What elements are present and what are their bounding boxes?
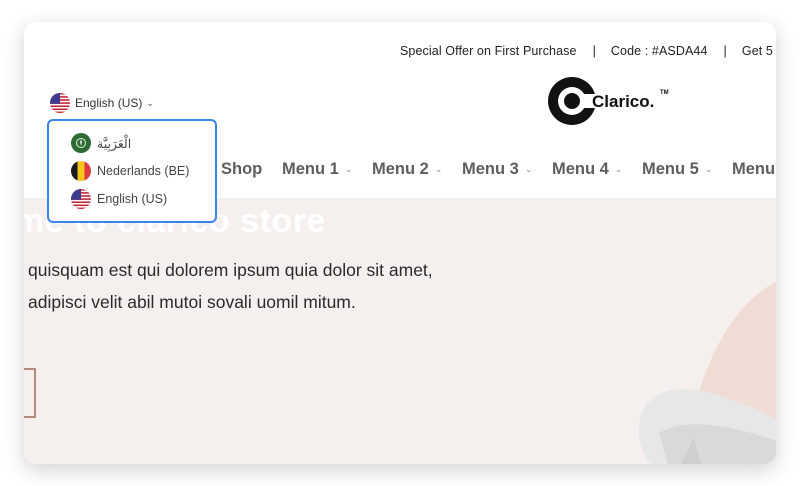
current-language: English (US) xyxy=(75,96,143,110)
chevron-down-icon: ⌄ xyxy=(614,164,623,174)
language-option-label: English (US) xyxy=(97,192,168,206)
us-flag-icon xyxy=(71,189,91,209)
separator: | xyxy=(592,44,596,58)
nav-menu-1[interactable]: Menu 1 ⌄ xyxy=(282,160,352,179)
clarico-logo[interactable]: Clarico. TM xyxy=(548,74,672,128)
chevron-down-icon: ⌄ xyxy=(344,164,353,174)
hero-description-line-2: adipisci velit abil mutoi sovali uomil m… xyxy=(28,292,356,312)
hero-description-line-1: quisquam est qui dolorem ipsum quia dolo… xyxy=(28,260,433,280)
logo-text: Clarico. xyxy=(592,92,654,111)
nav-label: Shop xyxy=(221,160,263,178)
logo-trademark: TM xyxy=(660,90,669,96)
coupon-code: Code : #ASDA44 xyxy=(610,44,708,58)
chevron-down-icon: ⌄ xyxy=(434,164,443,174)
nav-label: Menu xyxy=(732,160,776,178)
language-option-label: الْعَرَبِيَّة xyxy=(97,136,132,151)
hero-cta-button[interactable] xyxy=(24,368,36,418)
offer-text: Special Offer on First Purchase xyxy=(400,44,577,58)
nav-label: Menu 5 xyxy=(642,160,699,178)
nav-label: Menu 1 xyxy=(282,160,339,178)
arabic-flag-icon xyxy=(71,133,91,153)
nav-shop[interactable]: Shop xyxy=(221,160,262,179)
nav-menu-more[interactable]: Menu xyxy=(732,160,775,179)
chevron-down-icon: ⌄ xyxy=(146,97,154,108)
language-option-dutch[interactable]: Nederlands (BE) xyxy=(71,161,189,181)
language-dropdown: الْعَرَبِيَّة Nederlands (BE) English (U… xyxy=(47,119,217,223)
offer-extra: Get 5 xyxy=(741,44,773,58)
nav-menu-5[interactable]: Menu 5 ⌄ xyxy=(642,160,712,179)
chair-product-image xyxy=(638,281,776,464)
announcement-text: Special Offer on First Purchase | Code : #… xyxy=(400,44,773,58)
us-flag-icon xyxy=(50,93,70,113)
page-window: Special Offer on First Purchase | Code : #… xyxy=(24,22,776,464)
announcement-bar: Special Offer on First Purchase | Code : #… xyxy=(24,22,776,82)
chevron-down-icon: ⌄ xyxy=(704,164,713,174)
language-option-arabic[interactable]: الْعَرَبِيَّة xyxy=(71,133,131,153)
hero-banner: me to clarico store quisquam est qui dol… xyxy=(24,198,776,464)
nav-menu-3[interactable]: Menu 3 ⌄ xyxy=(462,160,532,179)
nav-label: Menu 2 xyxy=(372,160,429,178)
nav-label: Menu 4 xyxy=(552,160,609,178)
belgium-flag-icon xyxy=(71,161,91,181)
nav-menu-2[interactable]: Menu 2 ⌄ xyxy=(372,160,442,179)
language-selector[interactable]: English (US) ⌄ xyxy=(50,93,154,113)
nav-menu-4[interactable]: Menu 4 ⌄ xyxy=(552,160,622,179)
chevron-down-icon: ⌄ xyxy=(524,164,533,174)
separator: | xyxy=(723,44,727,58)
nav-label: Menu 3 xyxy=(462,160,519,178)
language-option-label: Nederlands (BE) xyxy=(97,164,190,178)
language-option-english[interactable]: English (US) xyxy=(71,189,167,209)
